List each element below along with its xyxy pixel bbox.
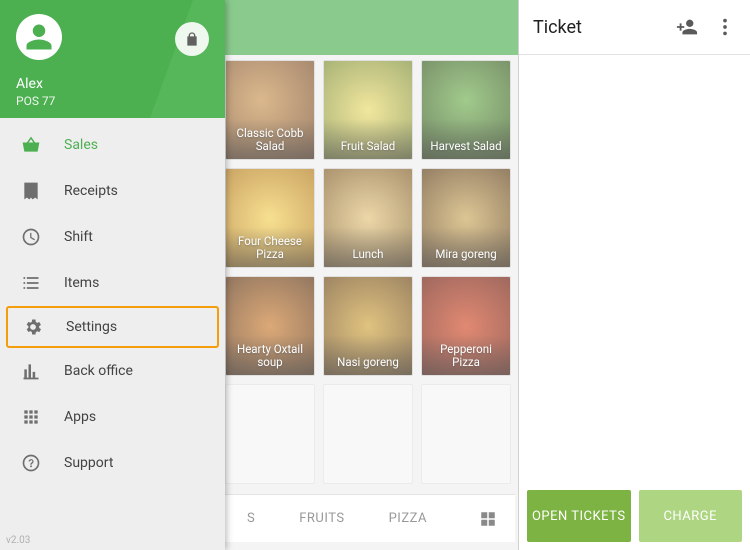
ticket-title: Ticket [533,17,582,38]
product-placeholder [421,384,511,484]
sidebar-item-sales[interactable]: Sales [0,122,225,168]
help-icon [20,452,42,474]
receipt-icon [20,180,42,202]
product-placeholder [225,384,315,484]
more-vert-icon[interactable] [714,16,736,38]
nav-drawer: Alex POS 77 Sales Receipts Shift Items [0,0,225,550]
product-label: Pepperoni Pizza [426,343,506,369]
sidebar-item-label: Support [64,455,113,471]
product-label: Mira goreng [426,248,506,261]
charge-button[interactable]: CHARGE [639,490,743,542]
nav-list: Sales Receipts Shift Items Settings Back… [0,118,225,486]
sidebar-item-label: Receipts [64,183,118,199]
product-card[interactable]: Four Cheese Pizza [225,168,315,268]
sidebar-item-support[interactable]: Support [0,440,225,486]
sidebar-item-backoffice[interactable]: Back office [0,348,225,394]
product-placeholder [323,384,413,484]
product-label: Hearty Oxtail soup [230,343,310,369]
product-label: Classic Cobb Salad [230,127,310,153]
lock-icon [184,31,200,47]
sidebar-item-label: Back office [64,363,133,379]
drawer-header: Alex POS 77 [0,0,225,118]
product-card[interactable]: Lunch [323,168,413,268]
gear-icon [22,316,44,338]
clock-icon [20,226,42,248]
user-name: Alex [16,76,43,92]
lock-button[interactable] [175,22,209,56]
grid-view-icon[interactable] [479,510,497,528]
product-label: Lunch [328,248,408,261]
sidebar-item-label: Items [64,275,99,291]
product-label: Nasi goreng [328,356,408,369]
category-tab[interactable]: PIZZA [367,511,449,526]
avatar[interactable] [16,14,62,60]
product-card[interactable]: Classic Cobb Salad [225,60,315,160]
sidebar-item-label: Sales [64,137,98,153]
open-tickets-button[interactable]: OPEN TICKETS [527,490,631,542]
product-label: Four Cheese Pizza [230,235,310,261]
basket-icon [20,134,42,156]
ticket-pane: Ticket OPEN TICKETS CHARGE [518,0,750,550]
sidebar-item-settings[interactable]: Settings [6,306,219,348]
sidebar-item-label: Settings [66,319,117,335]
sidebar-item-apps[interactable]: Apps [0,394,225,440]
product-card[interactable]: Mira goreng [421,168,511,268]
user-pos: POS 77 [16,94,55,108]
add-person-icon[interactable] [676,16,698,38]
product-card[interactable]: Hearty Oxtail soup [225,276,315,376]
product-card[interactable]: Pepperoni Pizza [421,276,511,376]
list-icon [20,272,42,294]
product-label: Fruit Salad [328,140,408,153]
category-bar: S FRUITS PIZZA [225,494,515,542]
sidebar-item-label: Apps [64,409,96,425]
sidebar-item-items[interactable]: Items [0,260,225,306]
product-card[interactable]: Harvest Salad [421,60,511,160]
app-version: v2.03 [6,535,30,546]
chart-icon [20,360,42,382]
product-label: Harvest Salad [426,140,506,153]
product-card[interactable]: Nasi goreng [323,276,413,376]
product-card[interactable]: Fruit Salad [323,60,413,160]
sidebar-item-receipts[interactable]: Receipts [0,168,225,214]
category-tab[interactable]: FRUITS [277,511,366,526]
category-tab[interactable]: S [225,511,277,526]
apps-icon [20,406,42,428]
sidebar-item-label: Shift [64,229,93,245]
sidebar-item-shift[interactable]: Shift [0,214,225,260]
